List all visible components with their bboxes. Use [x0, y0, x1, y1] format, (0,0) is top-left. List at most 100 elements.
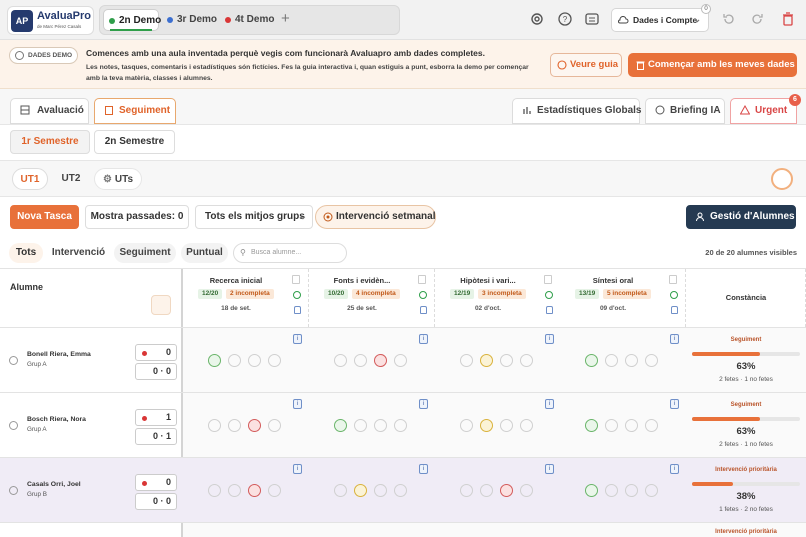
status-option-icon[interactable]	[394, 419, 407, 432]
bell-icon[interactable]	[294, 306, 301, 314]
status-option-icon[interactable]	[394, 354, 407, 367]
status-option-icon[interactable]	[268, 484, 281, 497]
tab-all-uts[interactable]: ⚙ UTs	[94, 168, 142, 190]
select-student-checkbox[interactable]	[9, 356, 18, 365]
status-option-icon[interactable]	[460, 419, 473, 432]
status-option-icon[interactable]	[374, 419, 387, 432]
info-icon[interactable]: i	[293, 399, 302, 409]
status-option-icon[interactable]	[334, 419, 347, 432]
search-input[interactable]: ⚲ Busca alumne...	[233, 243, 347, 263]
status-option-icon[interactable]	[248, 354, 261, 367]
trash-icon[interactable]	[669, 275, 677, 284]
filter-punctual[interactable]: Puntual	[181, 243, 228, 263]
trash-icon[interactable]	[292, 275, 300, 284]
status-option-icon[interactable]	[460, 484, 473, 497]
status-option-icon[interactable]	[605, 354, 618, 367]
info-icon[interactable]: i	[545, 334, 554, 344]
alert-counter[interactable]: 0	[135, 344, 177, 361]
task-cell[interactable]: i	[435, 328, 561, 393]
table-row[interactable]: Bonell Riera, Emma Grup A00 · 0 i i i i Seguim…	[0, 327, 806, 392]
info-icon[interactable]: i	[293, 334, 302, 344]
info-icon[interactable]: i	[670, 334, 679, 344]
status-option-icon[interactable]	[645, 484, 658, 497]
add-tab-icon[interactable]: +	[281, 10, 290, 27]
status-option-icon[interactable]	[208, 419, 221, 432]
task-cell[interactable]: i	[435, 393, 561, 458]
notes-counter[interactable]: 0 · 1	[135, 428, 177, 445]
status-option-icon[interactable]	[500, 484, 513, 497]
status-option-icon[interactable]	[248, 484, 261, 497]
bell-icon[interactable]	[671, 306, 678, 314]
task-column-header[interactable]: Recerca inicial 12/20 2 incompleta 18 de se…	[183, 269, 309, 327]
student-name[interactable]: Casals Orri, Joel	[27, 481, 81, 488]
table-row[interactable]: Bosch Riera, Nora Grup A10 · 1 i i i i Seguime…	[0, 392, 806, 457]
tab-2n-demo[interactable]: 2n Demo	[103, 9, 161, 31]
task-cell[interactable]: i	[183, 458, 309, 523]
status-option-icon[interactable]	[334, 354, 347, 367]
trash-icon[interactable]	[418, 275, 426, 284]
tab-ut1[interactable]: UT1	[12, 168, 48, 190]
status-option-icon[interactable]	[354, 419, 367, 432]
table-row[interactable]: Intervenció prioritària	[0, 522, 806, 535]
tab-3r-demo[interactable]: 3r Demo	[162, 9, 218, 31]
redo-icon[interactable]	[749, 11, 765, 27]
status-option-icon[interactable]	[585, 419, 598, 432]
tab-urgent[interactable]: Urgent	[730, 98, 797, 124]
student-name[interactable]: Bonell Riera, Emma	[27, 351, 91, 358]
status-option-icon[interactable]	[500, 419, 513, 432]
filter-followup[interactable]: Seguiment	[114, 243, 176, 263]
task-cell[interactable]: i	[309, 458, 435, 523]
select-student-checkbox[interactable]	[9, 486, 18, 495]
new-task-button[interactable]: Nova Tasca	[10, 205, 79, 229]
status-option-icon[interactable]	[605, 419, 618, 432]
status-option-icon[interactable]	[354, 484, 367, 497]
info-icon[interactable]: i	[545, 464, 554, 474]
info-icon[interactable]: i	[545, 399, 554, 409]
undo-icon[interactable]	[721, 11, 737, 27]
status-option-icon[interactable]	[268, 354, 281, 367]
status-option-icon[interactable]	[645, 419, 658, 432]
notes-counter[interactable]: 0 · 0	[135, 493, 177, 510]
guide-button[interactable]: Veure guia	[550, 53, 622, 77]
status-option-icon[interactable]	[605, 484, 618, 497]
status-option-icon[interactable]	[460, 354, 473, 367]
status-option-icon[interactable]	[625, 419, 638, 432]
status-option-icon[interactable]	[585, 354, 598, 367]
filter-intervention[interactable]: Intervenció	[48, 243, 109, 263]
info-icon[interactable]: i	[419, 334, 428, 344]
task-cell[interactable]: i	[309, 328, 435, 393]
alert-counter[interactable]: 1	[135, 409, 177, 426]
status-option-icon[interactable]	[480, 419, 493, 432]
alert-counter[interactable]: 0	[135, 474, 177, 491]
task-column-header[interactable]: Hipòtesi i vari... 12/19 3 incompleta 02 d'…	[435, 269, 561, 327]
task-cell[interactable]: i	[435, 458, 561, 523]
tab-estadistiques[interactable]: Estadístiques Globals	[512, 98, 641, 124]
status-option-icon[interactable]	[354, 354, 367, 367]
info-icon[interactable]: i	[670, 399, 679, 409]
trash-icon[interactable]	[544, 275, 552, 284]
filter-all[interactable]: Tots	[9, 243, 43, 263]
table-row[interactable]: Casals Orri, Joel Grup B00 · 0 i i i i Interve…	[0, 457, 806, 522]
bell-icon[interactable]	[151, 295, 171, 315]
status-option-icon[interactable]	[585, 484, 598, 497]
task-column-header[interactable]: Síntesi oral 13/19 5 incompleta 09 d'oct.	[560, 269, 686, 327]
status-option-icon[interactable]	[228, 354, 241, 367]
status-option-icon[interactable]	[208, 484, 221, 497]
tab-semester-2[interactable]: 2n Semestre	[94, 130, 175, 154]
tab-avaluacio[interactable]: Avaluació	[10, 98, 89, 124]
status-option-icon[interactable]	[500, 354, 513, 367]
status-option-icon[interactable]	[228, 484, 241, 497]
status-option-icon[interactable]	[520, 354, 533, 367]
status-option-icon[interactable]	[625, 484, 638, 497]
task-cell[interactable]: i	[183, 328, 309, 393]
select-student-checkbox[interactable]	[9, 421, 18, 430]
status-option-icon[interactable]	[394, 484, 407, 497]
status-option-icon[interactable]	[520, 419, 533, 432]
messages-icon[interactable]	[584, 11, 600, 27]
help-icon[interactable]: ?	[557, 11, 573, 27]
account-button[interactable]: Dades i Compte ⌄	[611, 8, 709, 32]
status-option-icon[interactable]	[480, 354, 493, 367]
status-option-icon[interactable]	[645, 354, 658, 367]
tab-semester-1[interactable]: 1r Semestre	[10, 130, 90, 154]
show-passed-button[interactable]: Mostra passades: 0	[85, 205, 189, 229]
